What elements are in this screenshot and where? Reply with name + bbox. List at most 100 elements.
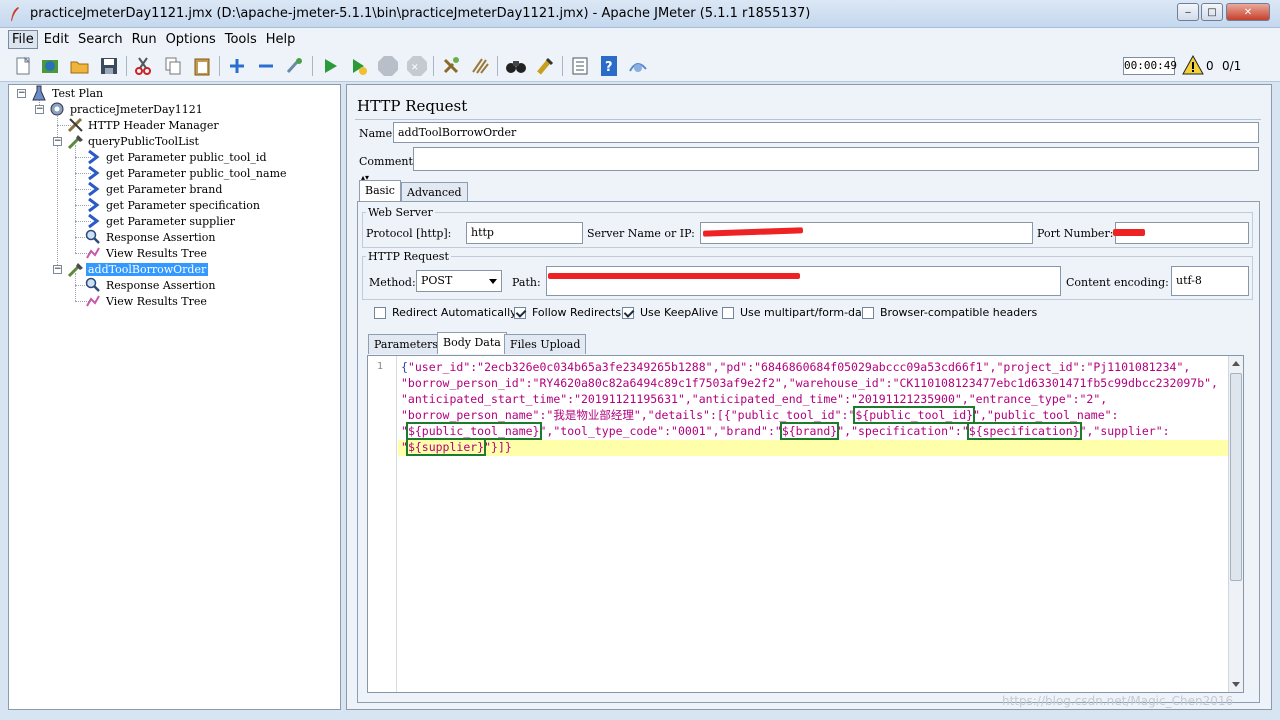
path-field[interactable]: [546, 266, 1061, 296]
reset-search-icon[interactable]: [533, 54, 557, 78]
start-icon[interactable]: [318, 54, 342, 78]
maximize-button[interactable]: □: [1201, 3, 1223, 21]
warning-count: 0: [1206, 59, 1214, 73]
tab-advanced[interactable]: Advanced: [401, 182, 468, 202]
tree-node-extractor[interactable]: get Parameter supplier: [85, 213, 237, 229]
cut-icon[interactable]: [131, 54, 155, 78]
menu-help[interactable]: Help: [263, 31, 299, 48]
tree-node-response-assertion[interactable]: Response Assertion: [85, 229, 217, 245]
active-threads: 0/1: [1222, 59, 1242, 73]
toolbar: ✕ ?: [0, 50, 1280, 82]
tree-node-extractor[interactable]: get Parameter public_tool_id: [85, 149, 268, 165]
copy-icon[interactable]: [161, 54, 185, 78]
tree-node-response-assertion[interactable]: Response Assertion: [85, 277, 217, 293]
variable-public-tool-name: ${public_tool_name}: [405, 422, 542, 440]
browser-compatible-headers-checkbox[interactable]: Browser-compatible headers: [862, 306, 1037, 319]
start-no-pauses-icon[interactable]: [347, 54, 371, 78]
http-request-panel: HTTP Request Name: addToolBorrowOrder Co…: [346, 84, 1272, 710]
new-icon[interactable]: [11, 54, 35, 78]
tree-node-http-sampler[interactable]: queryPublicToolList: [67, 133, 201, 149]
method-select[interactable]: POST: [416, 270, 502, 292]
tree-node-view-results-tree[interactable]: View Results Tree: [85, 293, 209, 309]
panel-title: HTTP Request: [357, 97, 468, 115]
elapsed-timer: 00:00:49: [1123, 57, 1177, 75]
tab-files-upload[interactable]: Files Upload: [504, 334, 587, 354]
http-sampler-icon: [67, 133, 83, 149]
extractor-icon: [85, 197, 101, 213]
variable-supplier: ${supplier}: [405, 438, 487, 456]
tab-parameters[interactable]: Parameters: [368, 334, 445, 354]
header-manager-icon: [67, 117, 83, 133]
menu-tools[interactable]: Tools: [222, 31, 260, 48]
test-plan-icon: [31, 85, 47, 101]
scroll-up-icon[interactable]: [1232, 361, 1240, 366]
listener-icon: [85, 245, 101, 261]
paste-icon[interactable]: [190, 54, 214, 78]
redaction-mark: [548, 273, 800, 279]
content-encoding-field[interactable]: utf-8: [1171, 266, 1249, 296]
redirect-automatically-checkbox[interactable]: Redirect Automatically: [374, 306, 517, 319]
shutdown-icon[interactable]: ✕: [405, 54, 429, 78]
name-label: Name:: [359, 127, 396, 140]
tab-basic[interactable]: Basic: [359, 180, 401, 202]
chevron-down-icon: [489, 279, 497, 284]
close-button[interactable]: ✕: [1226, 3, 1270, 21]
toggle-icon[interactable]: [283, 54, 307, 78]
http-request-title: HTTP Request: [366, 250, 451, 263]
clear-icon[interactable]: [439, 54, 463, 78]
comments-field[interactable]: [413, 147, 1259, 171]
save-icon[interactable]: [97, 54, 121, 78]
menu-options[interactable]: Options: [163, 31, 219, 48]
open-icon[interactable]: [68, 54, 92, 78]
minimize-button[interactable]: ‒: [1177, 3, 1199, 21]
tree-collapse-toggle[interactable]: −: [17, 89, 26, 98]
thread-group-icon: [49, 101, 65, 117]
follow-redirects-checkbox[interactable]: Follow Redirects: [514, 306, 621, 319]
menu-file[interactable]: File: [8, 29, 38, 49]
tree-node-header-manager[interactable]: HTTP Header Manager: [67, 117, 221, 133]
menu-run[interactable]: Run: [129, 31, 160, 48]
body-data-editor[interactable]: 1 {"user_id":"2ecb326e0c034b65a3fe234926…: [367, 355, 1244, 693]
use-multipart-checkbox[interactable]: Use multipart/form-data: [722, 306, 873, 319]
stop-icon[interactable]: [376, 54, 400, 78]
menu-edit[interactable]: Edit: [41, 31, 72, 48]
svg-text:?: ?: [605, 60, 613, 75]
extractor-icon: [85, 149, 101, 165]
checkbox-box: [722, 306, 734, 319]
editor-vertical-scrollbar[interactable]: [1228, 356, 1243, 692]
tree-node-view-results-tree[interactable]: View Results Tree: [85, 245, 209, 261]
protocol-label: Protocol [http]:: [366, 227, 452, 240]
tree-collapse-toggle[interactable]: −: [35, 105, 44, 114]
templates-icon[interactable]: [38, 54, 62, 78]
help-icon[interactable]: ?: [597, 54, 621, 78]
remote-icon[interactable]: [626, 54, 650, 78]
tree-node-extractor[interactable]: get Parameter brand: [85, 181, 224, 197]
tree-node-extractor[interactable]: get Parameter public_tool_name: [85, 165, 289, 181]
search-binoculars-icon[interactable]: [504, 54, 528, 78]
tree-collapse-toggle[interactable]: −: [53, 137, 62, 146]
menu-search[interactable]: Search: [75, 31, 126, 48]
tab-body-data[interactable]: Body Data: [437, 332, 507, 354]
extractor-icon: [85, 181, 101, 197]
body-data-text[interactable]: {"user_id":"2ecb326e0c034b65a3fe2349265b…: [401, 359, 1231, 456]
use-keepalive-checkbox[interactable]: Use KeepAlive: [622, 306, 718, 319]
collapse-all-icon[interactable]: [254, 54, 278, 78]
protocol-field[interactable]: http: [466, 222, 583, 244]
line-number-gutter: 1: [368, 356, 397, 692]
function-helper-icon[interactable]: [568, 54, 592, 78]
tree-node-test-plan[interactable]: Test Plan: [31, 85, 105, 101]
tree-node-thread-group[interactable]: practiceJmeterDay1121: [49, 101, 205, 117]
expand-all-icon[interactable]: [225, 54, 249, 78]
checkbox-box: [862, 306, 874, 319]
tree-node-extractor[interactable]: get Parameter specification: [85, 197, 262, 213]
variable-specification: ${specification}: [966, 422, 1082, 440]
tree-collapse-toggle[interactable]: −: [53, 265, 62, 274]
warning-icon[interactable]: [1182, 55, 1204, 75]
clear-all-icon[interactable]: [468, 54, 492, 78]
port-number-label: Port Number:: [1037, 227, 1114, 240]
scroll-down-icon[interactable]: [1232, 682, 1240, 687]
checkbox-box: [514, 306, 526, 319]
tree-node-http-sampler-selected[interactable]: addToolBorrowOrder: [67, 261, 209, 277]
scrollbar-thumb[interactable]: [1230, 373, 1242, 581]
name-field[interactable]: addToolBorrowOrder: [393, 122, 1259, 143]
